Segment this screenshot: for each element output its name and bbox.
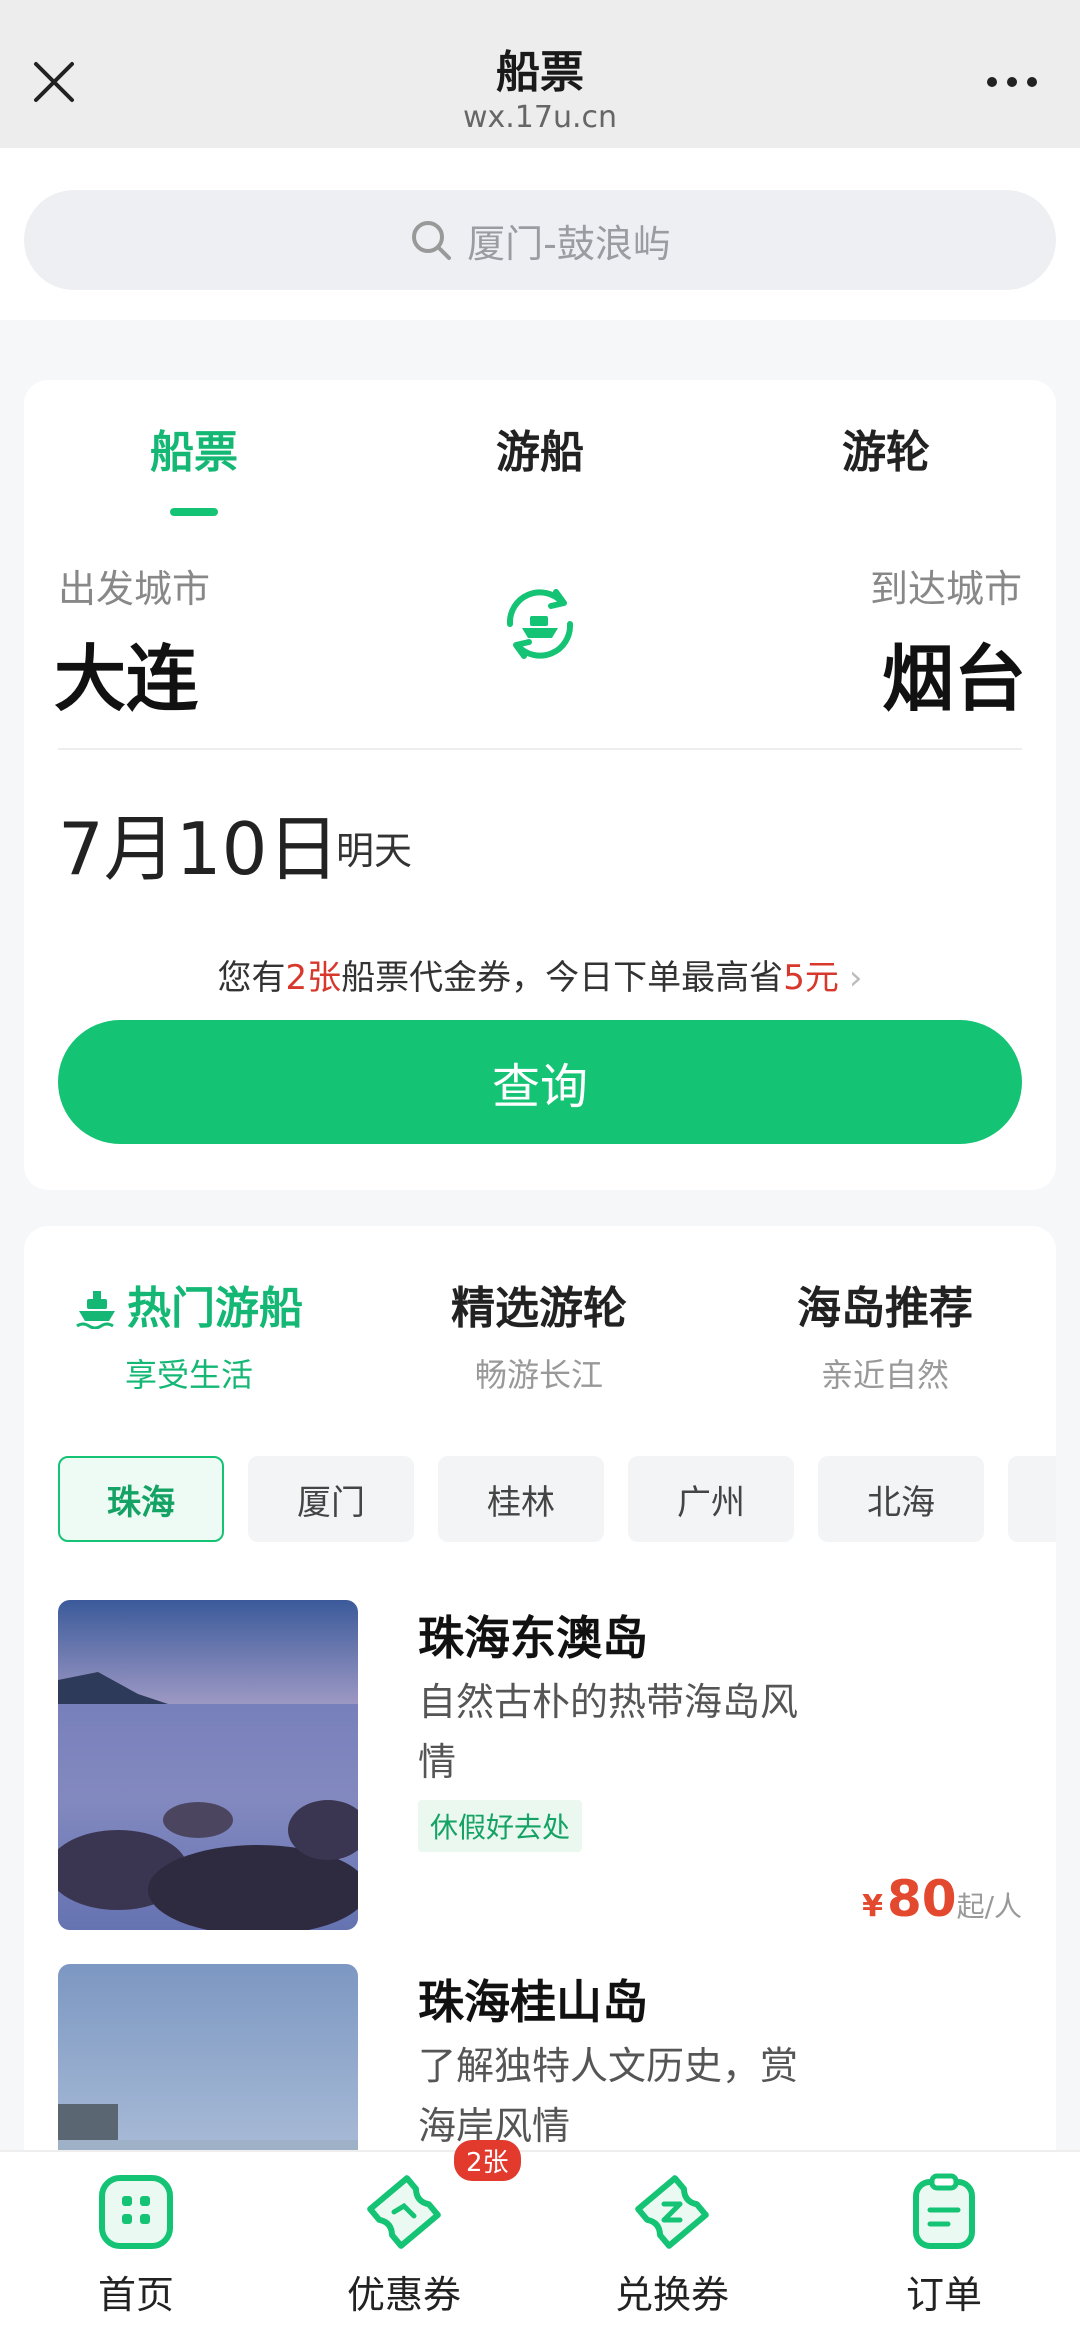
destination-desc: 了解独特人文历史，赏海岸风情 [418, 2044, 799, 2148]
orders-icon [913, 2173, 975, 2249]
arrival-city[interactable]: 烟台 [882, 620, 1026, 725]
coupon-icon [367, 2175, 441, 2249]
coupon-count-badge: 2张 [454, 2140, 521, 2181]
category-title: 海岛推荐 [797, 1283, 973, 1334]
city-chips: 珠海 厦门 桂林 广州 北海 [58, 1456, 1056, 1546]
search-input[interactable]: 厦门-鼓浪屿 [24, 190, 1056, 290]
category-subtitle: 享受生活 [124, 1356, 253, 1394]
tab-cruise-ship[interactable]: 游轮 [786, 416, 986, 480]
chip-guangzhou[interactable]: 广州 [628, 1456, 794, 1542]
category-title: 精选游轮 [451, 1283, 627, 1334]
nav-label: 订单 [905, 2273, 982, 2317]
date-relative: 明天 [336, 829, 413, 873]
coupon-notice[interactable]: 您有2张船票代金券，今日下单最高省5元 › [24, 950, 1056, 999]
coupon-count: 2张 [285, 958, 342, 998]
coupon-text-2: 船票代金券，今日下单最高省 [341, 958, 784, 998]
category-subtitle: 畅游长江 [474, 1356, 603, 1394]
chip-guilin[interactable]: 桂林 [438, 1456, 604, 1542]
recommend-card: 热门游船 享受生活 精选游轮 畅游长江 海岛推荐 亲近自然 珠海 厦门 桂林 广… [24, 1226, 1056, 2294]
category-island[interactable]: 海岛推荐 亲近自然 [720, 1272, 1050, 1396]
nav-exchange[interactable]: 兑换券 [572, 2170, 772, 2319]
coupon-save: 5元 [783, 958, 839, 998]
departure-city[interactable]: 大连 [54, 620, 198, 725]
search-icon [412, 221, 452, 260]
title-bar: 船票 wx.17u.cn [0, 0, 1080, 148]
chip-zhuhai[interactable]: 珠海 [58, 1456, 224, 1542]
home-icon [99, 2175, 173, 2249]
destination-name: 珠海东澳岛 [418, 1611, 648, 1665]
query-button[interactable]: 查询 [58, 1020, 1022, 1144]
chip-more[interactable] [1008, 1456, 1056, 1542]
nav-coupons[interactable]: 优惠券 [304, 2170, 504, 2319]
search-placeholder: 厦门-鼓浪屿 [467, 221, 671, 266]
category-subtitle: 亲近自然 [820, 1356, 949, 1394]
page-title: 船票 [496, 47, 584, 98]
category-title: 热门游船 [24, 1272, 354, 1336]
bottom-navigation: 首页 优惠券 2张 兑换券 订单 [0, 2140, 1080, 2337]
booking-tabs: 船票 游船 游轮 [24, 416, 1056, 516]
more-options-icon[interactable] [984, 72, 1040, 92]
departure-date[interactable]: 7月10日 [58, 790, 339, 895]
page-url: wx.17u.cn [462, 100, 618, 135]
coupon-text-1: 您有 [217, 958, 286, 998]
nav-orders[interactable]: 订单 [844, 2170, 1044, 2319]
ship-icon [76, 1291, 115, 1329]
destination-photo [58, 1600, 358, 1930]
chip-beihai[interactable]: 北海 [818, 1456, 984, 1542]
exchange-ticket-icon [635, 2175, 709, 2249]
destination-name: 珠海桂山岛 [418, 1975, 648, 2029]
category-hot-cruise[interactable]: 热门游船 享受生活 [24, 1272, 354, 1396]
nav-label: 兑换券 [614, 2273, 729, 2317]
tab-cruise-boat[interactable]: 游船 [440, 416, 640, 480]
nav-label: 首页 [97, 2273, 174, 2317]
category-cruise[interactable]: 精选游轮 畅游长江 [374, 1272, 704, 1396]
chip-xiamen[interactable]: 厦门 [248, 1456, 414, 1542]
swap-cities-icon[interactable] [492, 576, 588, 672]
divider [58, 748, 1022, 750]
booking-card: 船票 游船 游轮 出发城市 大连 到达城市 烟台 7月10日 明天 您有2张船票… [24, 380, 1056, 1190]
active-tab-indicator [170, 508, 218, 516]
destination-desc: 自然古朴的热带海岛风情 [418, 1680, 799, 1784]
destination-tag: 休假好去处 [418, 1800, 583, 1852]
nav-home[interactable]: 首页 [36, 2170, 236, 2319]
nav-label: 优惠券 [346, 2273, 461, 2317]
destination-price: ¥80起/人 [862, 1870, 1022, 1928]
departure-label: 出发城市 [58, 567, 211, 611]
list-item[interactable]: 珠海东澳岛 自然古朴的热带海岛风情 休假好去处 ¥80起/人 [58, 1600, 1022, 1930]
chevron-right-icon: › [848, 958, 863, 998]
tab-ticket[interactable]: 船票 [94, 416, 294, 480]
arrival-label: 到达城市 [869, 567, 1022, 611]
